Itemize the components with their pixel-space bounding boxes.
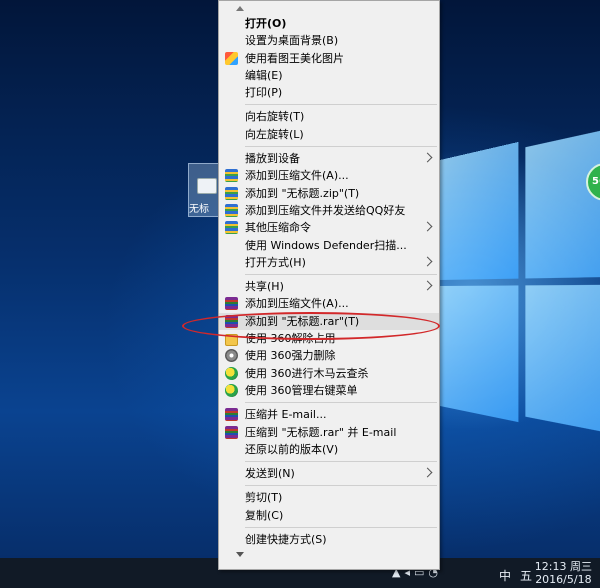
image-viewer-icon: [225, 51, 238, 65]
menu-separator: [245, 485, 437, 487]
menu-item-cut[interactable]: 剪切(T): [219, 489, 439, 506]
menu-item-edit[interactable]: 编辑(E): [219, 67, 439, 84]
menu-item-360-unlock[interactable]: 使用 360解除占用: [219, 330, 439, 347]
winrar-icon: [225, 408, 238, 422]
menu-item-defender-scan[interactable]: 使用 Windows Defender扫描...: [219, 237, 439, 254]
arrow-down-icon: [236, 552, 244, 558]
menu-item-add-to-archive[interactable]: 添加到压缩文件(A)...: [219, 167, 439, 184]
chevron-right-icon: [422, 221, 433, 232]
menu-item-other-compress[interactable]: 其他压缩命令: [219, 219, 439, 236]
menu-item-rotate-left[interactable]: 向左旋转(L): [219, 126, 439, 143]
menu-item-send-to[interactable]: 发送到(N): [219, 465, 439, 482]
menu-item-restore-versions[interactable]: 还原以前的版本(V): [219, 441, 439, 458]
menu-item-winrar-add[interactable]: 添加到压缩文件(A)...: [219, 295, 439, 312]
menu-item-create-shortcut[interactable]: 创建快捷方式(S): [219, 531, 439, 548]
menu-item-open[interactable]: 打开(O): [219, 15, 439, 32]
winrar-icon: [225, 425, 238, 439]
clock-date: 2016/5/18: [535, 573, 592, 586]
chevron-right-icon: [422, 467, 433, 478]
360-icon: [225, 366, 238, 380]
archive-icon: [225, 186, 238, 200]
gear-icon: [225, 349, 238, 363]
folder-icon: [225, 334, 238, 347]
menu-item-copy[interactable]: 复制(C): [219, 507, 439, 524]
menu-separator: [245, 274, 437, 276]
menu-item-compress-email[interactable]: 压缩并 E-mail...: [219, 406, 439, 423]
menu-item-360-force-delete[interactable]: 使用 360强力删除: [219, 347, 439, 364]
arrow-up-icon: [236, 6, 244, 11]
menu-item-cast-to-device[interactable]: 播放到设备: [219, 150, 439, 167]
winrar-icon: [225, 314, 238, 328]
image-file-icon: [197, 178, 217, 194]
scroll-up-button[interactable]: [219, 1, 439, 15]
menu-item-print[interactable]: 打印(P): [219, 84, 439, 101]
menu-item-set-wallpaper[interactable]: 设置为桌面背景(B): [219, 32, 439, 49]
menu-item-360-manage-menu[interactable]: 使用 360管理右键菜单: [219, 382, 439, 399]
menu-separator: [245, 402, 437, 404]
menu-separator: [245, 146, 437, 148]
chevron-right-icon: [422, 152, 433, 163]
menu-item-open-with[interactable]: 打开方式(H): [219, 254, 439, 271]
chevron-right-icon: [422, 280, 433, 291]
menu-separator: [245, 461, 437, 463]
menu-item-archive-send-qq[interactable]: 添加到压缩文件并发送给QQ好友: [219, 202, 439, 219]
360-icon: [225, 383, 238, 397]
scroll-down-button[interactable]: [219, 548, 439, 562]
menu-separator: [245, 104, 437, 106]
winrar-icon: [225, 297, 238, 311]
menu-separator: [245, 527, 437, 529]
menu-item-share[interactable]: 共享(H): [219, 278, 439, 295]
archive-icon: [225, 203, 238, 217]
ime-language-indicator[interactable]: 中: [499, 567, 511, 584]
archive-icon: [225, 169, 238, 183]
menu-item-add-to-rar[interactable]: 添加到 "无标题.rar"(T): [219, 312, 439, 331]
menu-item-360-trojan-scan[interactable]: 使用 360进行木马云查杀: [219, 365, 439, 382]
windows-logo-wallpaper: [440, 113, 600, 467]
archive-icon: [225, 221, 238, 235]
ime-mode-indicator[interactable]: 五: [520, 567, 532, 584]
menu-item-rotate-right[interactable]: 向右旋转(T): [219, 108, 439, 125]
menu-item-compress-rar-email[interactable]: 压缩到 "无标题.rar" 并 E-mail: [219, 424, 439, 441]
clock-time: 12:13 周三: [534, 560, 592, 573]
clock[interactable]: 12:13 周三 2016/5/18: [535, 560, 592, 586]
context-menu: 打开(O) 设置为桌面背景(B) 使用看图王美化图片 编辑(E) 打印(P) 向…: [218, 0, 440, 570]
menu-item-beautify[interactable]: 使用看图王美化图片: [219, 50, 439, 67]
chevron-right-icon: [422, 256, 433, 267]
menu-item-add-to-zip[interactable]: 添加到 "无标题.zip"(T): [219, 185, 439, 202]
